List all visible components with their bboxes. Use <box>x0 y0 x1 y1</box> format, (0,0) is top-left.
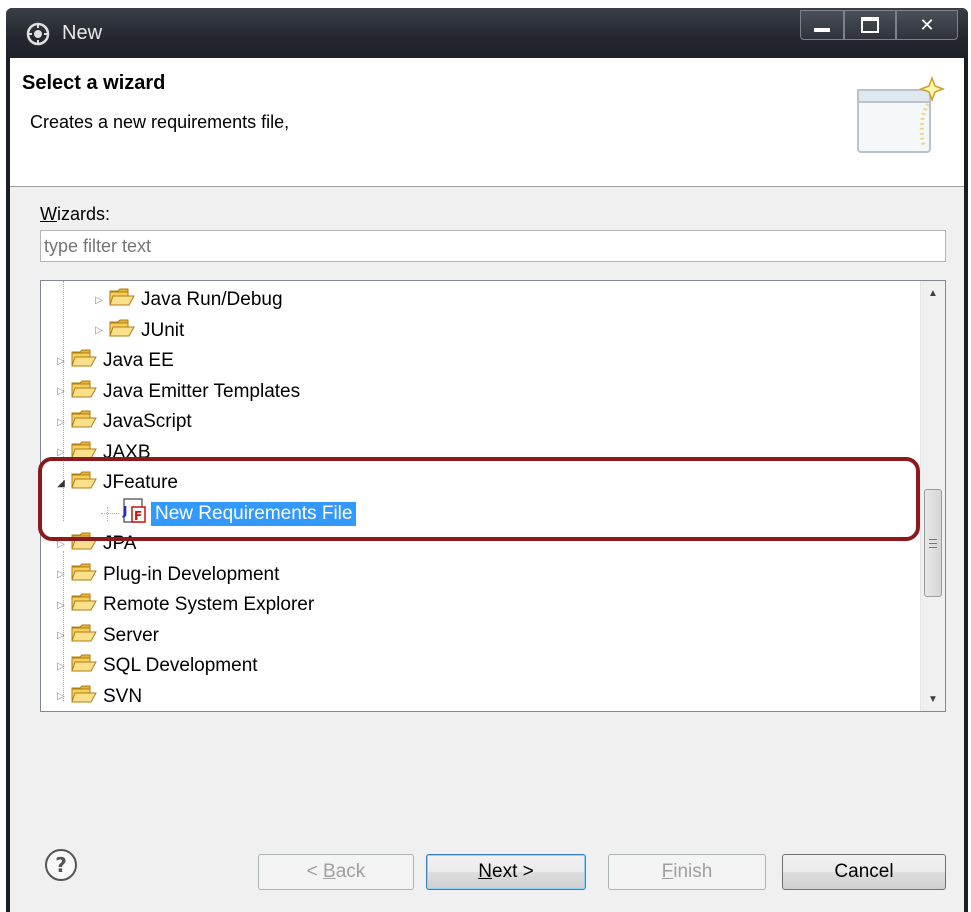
maximize-icon <box>861 17 879 33</box>
tree-item-label: Server <box>103 624 159 646</box>
tree-item[interactable]: ▷ SQL Development <box>41 651 919 681</box>
tree-item[interactable]: ▷ Remote System Explorer <box>41 590 919 620</box>
folder-icon <box>105 288 141 312</box>
close-button[interactable]: ✕ <box>896 10 958 40</box>
tree-item-label: Remote System Explorer <box>103 594 315 615</box>
vertical-scrollbar[interactable]: ▲ ▼ <box>920 281 945 711</box>
tree-item[interactable]: ▷ Java EE <box>41 346 919 376</box>
next-button[interactable]: Next > <box>426 854 586 890</box>
tree-item-label: JavaScript <box>103 411 192 432</box>
header-description: Creates a new requirements file, <box>30 112 290 132</box>
expand-closed-icon[interactable]: ▷ <box>55 629 67 643</box>
header-title: Select a wizard <box>22 72 166 94</box>
close-icon: ✕ <box>919 14 935 35</box>
folder-icon <box>67 349 103 373</box>
folder-icon <box>67 654 103 678</box>
tree-item-label: SVN <box>103 685 143 707</box>
tree-item[interactable]: ▷ Plug-in Development <box>41 560 919 590</box>
tree-item-label: Java EE <box>103 350 174 371</box>
tree-item-label: JUnit <box>141 319 185 341</box>
help-icon[interactable]: ? <box>44 848 78 882</box>
scroll-thumb[interactable] <box>924 489 942 597</box>
svg-text:?: ? <box>55 853 67 877</box>
folder-icon <box>67 410 103 434</box>
tree-item-label: Plug-in Development <box>103 563 280 585</box>
expand-closed-icon[interactable]: ▷ <box>55 354 67 368</box>
expand-closed-icon[interactable]: ▷ <box>93 293 105 307</box>
back-button[interactable]: < Back <box>258 854 414 890</box>
eclipse-icon <box>26 22 50 46</box>
tree-item-label: Java Run/Debug <box>141 289 283 310</box>
folder-icon <box>67 563 103 587</box>
back-button-label: ack <box>335 861 366 882</box>
folder-icon <box>67 593 103 617</box>
window-title: New <box>62 22 103 44</box>
expand-closed-icon[interactable]: ▷ <box>55 690 67 704</box>
cancel-button-label: Cancel <box>834 861 894 882</box>
finish-button-label: inish <box>673 861 713 882</box>
folder-icon <box>67 685 103 709</box>
wizards-label-mnemonic: W <box>40 204 57 224</box>
expand-closed-icon[interactable]: ▷ <box>55 659 67 673</box>
scroll-up-icon[interactable]: ▲ <box>921 281 945 305</box>
tree-item[interactable]: ▷ Java Run/Debug <box>41 285 919 315</box>
maximize-button[interactable] <box>844 10 896 40</box>
tree-item[interactable]: ▷ Java Emitter Templates <box>41 377 919 407</box>
expand-closed-icon[interactable]: ▷ <box>55 568 67 582</box>
filter-input[interactable] <box>40 230 946 262</box>
cancel-button[interactable]: Cancel <box>782 854 946 890</box>
tree-item-label: Java Emitter Templates <box>103 380 301 402</box>
folder-icon <box>105 319 141 343</box>
tree-item-label: SQL Development <box>103 655 258 676</box>
wizard-header: Select a wizard Creates a new requiremen… <box>10 58 964 187</box>
next-button-mnemonic: N <box>478 861 492 882</box>
minimize-icon <box>814 28 830 32</box>
wizards-label: Wizards: <box>40 204 110 225</box>
minimize-button[interactable] <box>800 10 844 40</box>
grip-icon <box>929 538 937 548</box>
tree-item[interactable]: ▷ Server <box>41 621 919 651</box>
folder-icon <box>67 624 103 648</box>
tree-item[interactable]: ▷ SVN <box>41 682 919 712</box>
back-button-mnemonic: B <box>323 861 336 882</box>
wizard-banner-icon <box>857 75 946 153</box>
expand-closed-icon[interactable]: ▷ <box>93 324 105 338</box>
scroll-down-icon[interactable]: ▼ <box>921 687 945 711</box>
tree-item[interactable]: ▷ JavaScript <box>41 407 919 437</box>
tree-item[interactable]: ▷ JUnit <box>41 316 919 346</box>
expand-closed-icon[interactable]: ▷ <box>55 385 67 399</box>
expand-closed-icon[interactable]: ▷ <box>55 598 67 612</box>
highlight-annotation <box>38 457 920 541</box>
finish-button-mnemonic: F <box>661 861 674 882</box>
folder-icon <box>67 380 103 404</box>
window-controls: ✕ <box>800 10 958 40</box>
expand-closed-icon[interactable]: ▷ <box>55 415 67 429</box>
wizards-label-text: izards: <box>57 204 111 224</box>
title-bar[interactable]: New ✕ <box>6 8 968 58</box>
finish-button[interactable]: Finish <box>608 854 766 890</box>
next-button-label: ext > <box>492 861 534 882</box>
back-button-prefix: < <box>306 861 324 882</box>
